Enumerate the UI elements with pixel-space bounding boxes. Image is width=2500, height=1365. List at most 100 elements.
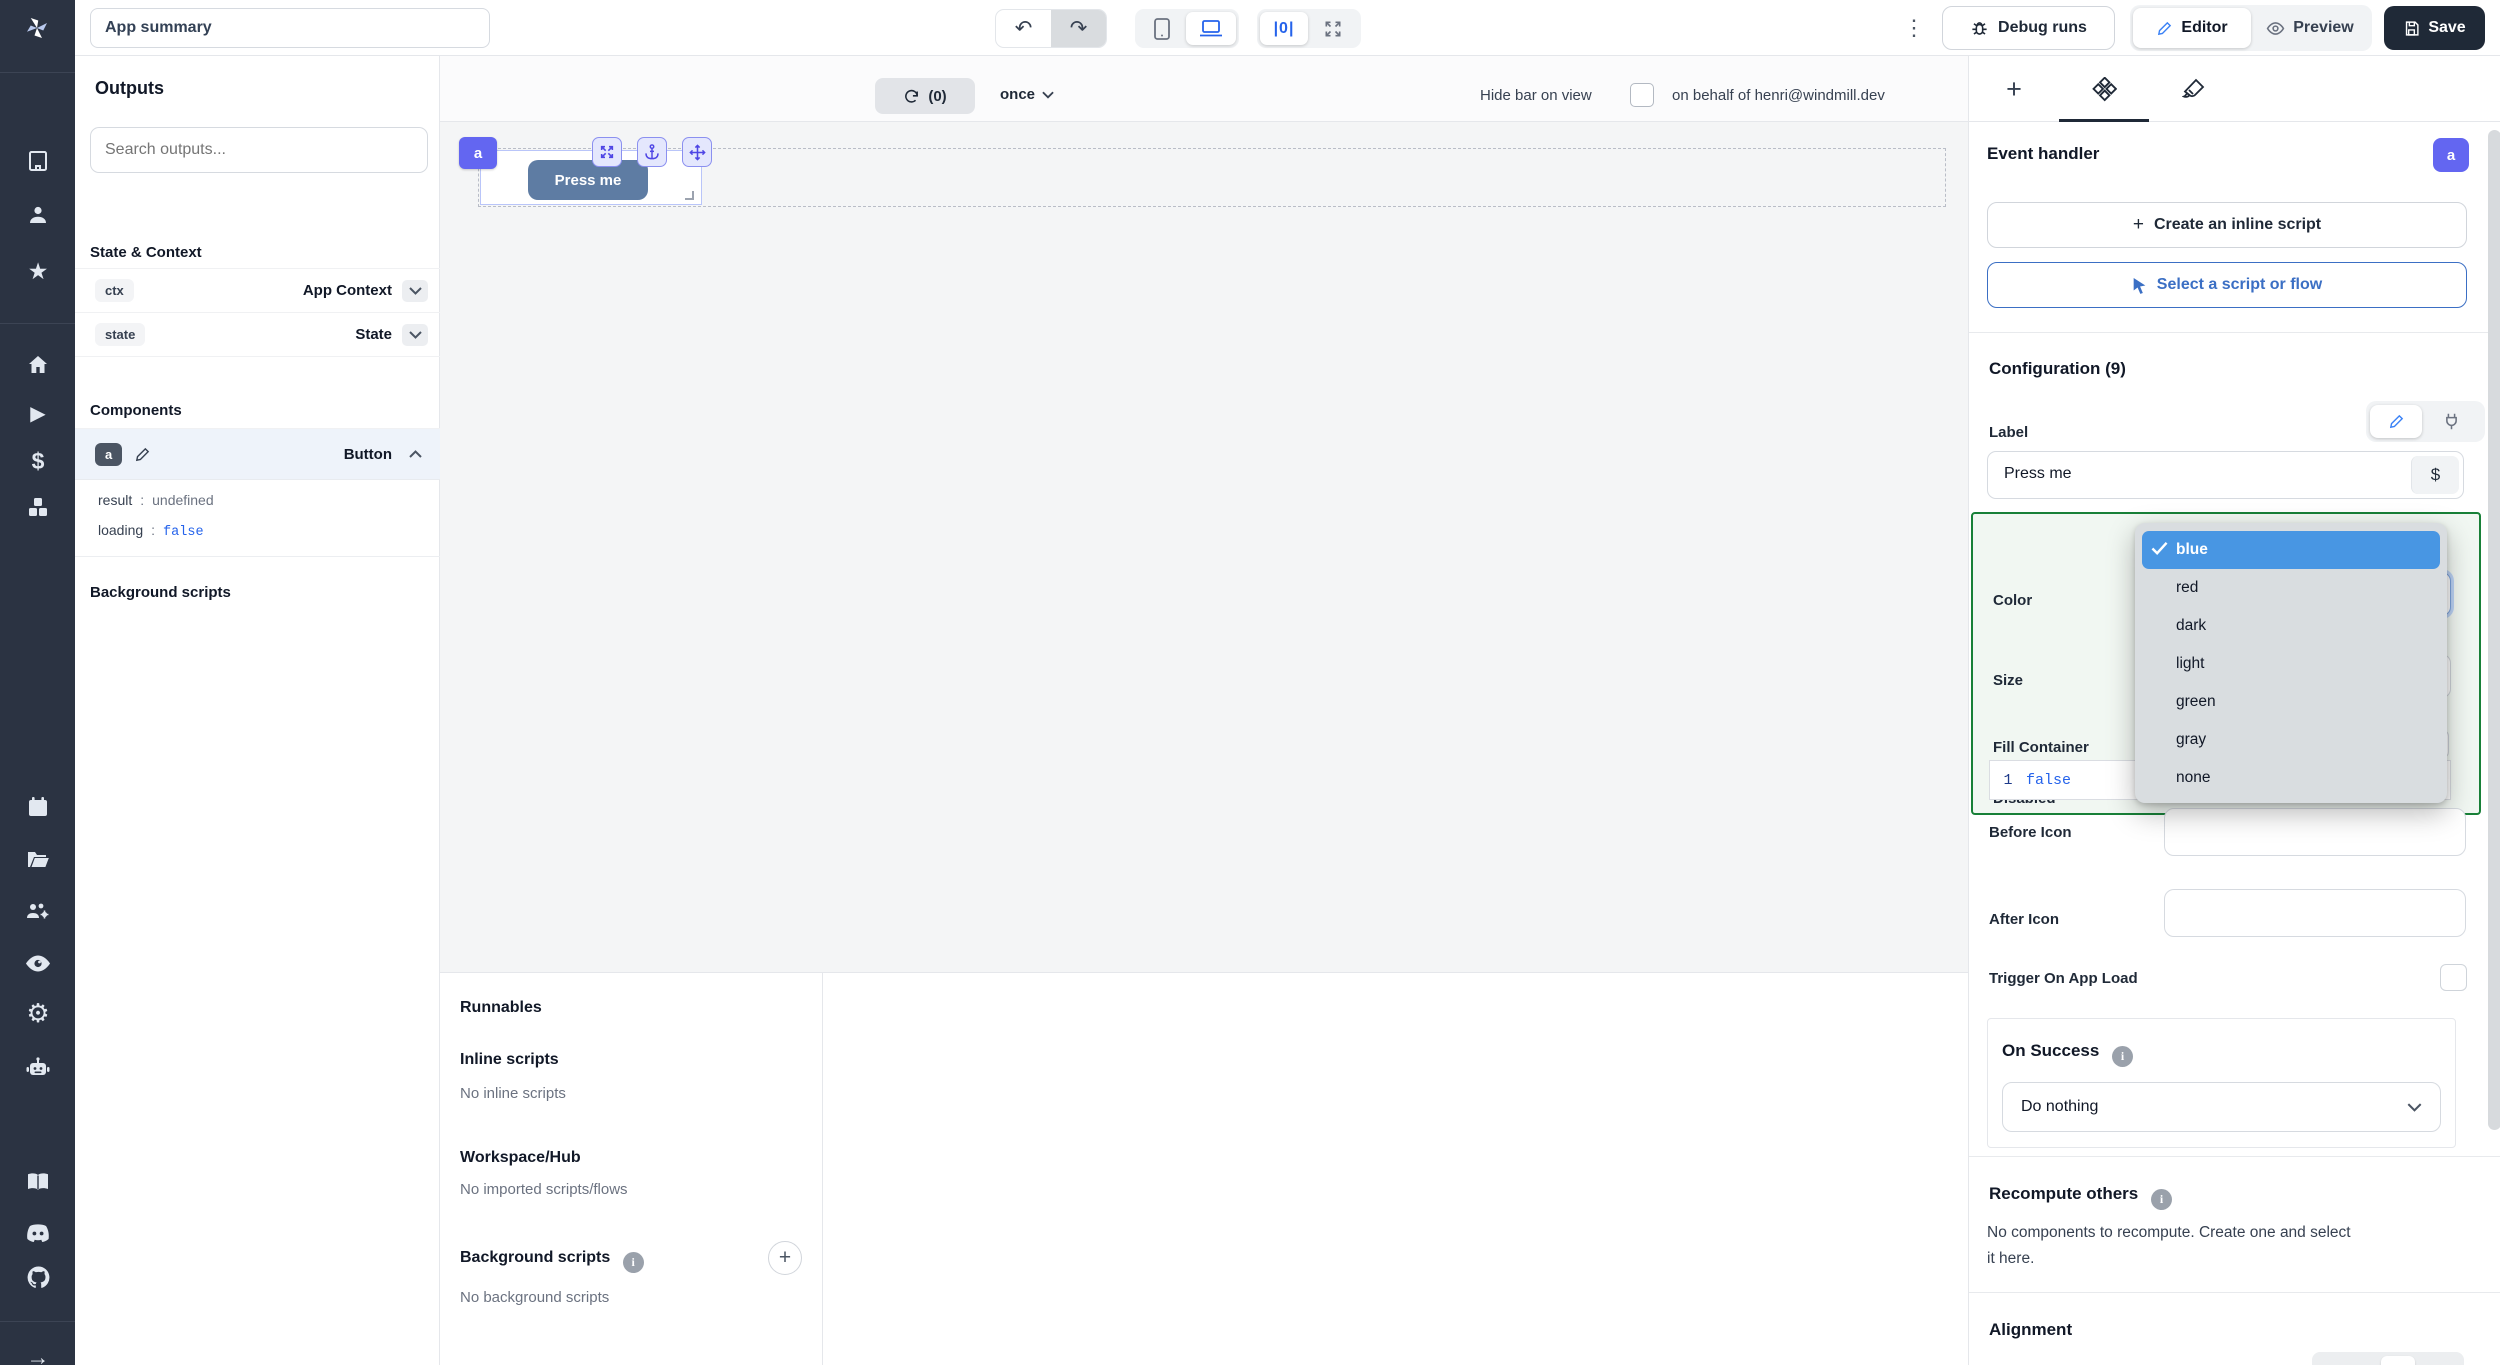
canvas-button-component[interactable]: Press me	[528, 160, 648, 200]
component-id-badge[interactable]: a	[459, 137, 497, 169]
refresh-components-button[interactable]: (0)	[875, 78, 975, 114]
color-option-dark[interactable]: dark	[2142, 607, 2440, 645]
color-option-green[interactable]: green	[2142, 683, 2440, 721]
color-option-light[interactable]: light	[2142, 645, 2440, 683]
trigger-on-app-load-checkbox[interactable]	[2440, 964, 2467, 991]
color-option-label: blue	[2176, 541, 2208, 558]
color-option-label: red	[2176, 579, 2199, 596]
sidebar-item-audit[interactable]	[25, 950, 51, 976]
gear-icon: ⚙	[26, 997, 50, 1028]
sidebar-item-home[interactable]	[25, 352, 51, 378]
mobile-view-button[interactable]	[1138, 12, 1186, 45]
sidebar-item-ai[interactable]	[25, 1054, 51, 1080]
run-mode-select[interactable]: once	[1000, 86, 1054, 103]
loading-output-row[interactable]: loading: false	[98, 522, 204, 540]
more-options-button[interactable]: ⋮	[1903, 15, 1925, 41]
move-component-button[interactable]	[682, 137, 712, 167]
info-icon[interactable]: i	[622, 1252, 644, 1273]
sidebar-item-discord[interactable]	[25, 1220, 51, 1246]
add-background-script-button[interactable]: +	[768, 1241, 802, 1275]
desktop-view-button[interactable]	[1186, 12, 1236, 45]
color-option-blue[interactable]: blue	[2142, 531, 2440, 569]
color-option-red[interactable]: red	[2142, 569, 2440, 607]
background-scripts-title: Background scripts	[90, 584, 231, 601]
color-option-label: none	[2176, 769, 2211, 786]
sidebar-expand-button[interactable]: →	[25, 1344, 51, 1365]
debug-runs-button[interactable]: Debug runs	[1942, 6, 2115, 50]
search-outputs-input[interactable]	[90, 127, 428, 173]
expand-component-button[interactable]	[592, 137, 622, 167]
inline-scripts-title: Inline scripts	[460, 1051, 559, 1068]
component-type-label: Button	[343, 445, 392, 463]
sidebar-item-groups[interactable]	[25, 898, 51, 924]
sidebar-item-schedules[interactable]	[25, 794, 51, 820]
bug-icon	[1972, 21, 1987, 35]
component-collapse-button[interactable]	[402, 443, 428, 465]
component-id-badge: a	[95, 442, 123, 466]
laptop-icon	[1200, 20, 1222, 37]
component-row-button[interactable]: a Button	[75, 428, 440, 480]
expand-icon	[1325, 21, 1341, 36]
select-script-or-flow-button[interactable]: Select a script or flow	[1987, 262, 2467, 308]
sidebar-item-favorites[interactable]: ★	[25, 258, 51, 284]
undo-button[interactable]: ↶	[996, 10, 1051, 47]
connect-mode-button[interactable]	[2422, 412, 2481, 431]
sidebar-item-workspace[interactable]	[25, 148, 51, 174]
tab-preview[interactable]: Preview	[2251, 8, 2369, 48]
sidebar-item-variables[interactable]: $	[25, 448, 51, 474]
on-success-select[interactable]: Do nothing	[2002, 1082, 2441, 1132]
color-option-none[interactable]: none	[2142, 759, 2440, 797]
color-option-label: light	[2176, 655, 2205, 672]
background-scripts-label: Background scripts	[460, 1249, 611, 1266]
save-button[interactable]: Save	[2384, 6, 2485, 50]
hide-bar-checkbox[interactable]	[1630, 83, 1654, 107]
sidebar-item-resources[interactable]	[25, 494, 51, 520]
tab-insert-component[interactable]: +	[1969, 56, 2059, 122]
right-panel-scrollbar[interactable]	[2488, 130, 2500, 1130]
tab-editor[interactable]: Editor	[2133, 8, 2251, 48]
after-icon-input[interactable]	[2164, 889, 2466, 937]
tab-styling[interactable]	[2149, 56, 2239, 122]
sidebar-item-folders[interactable]	[25, 846, 51, 872]
recompute-others-label: Recompute others	[1989, 1184, 2139, 1203]
redo-button[interactable]: ↷	[1051, 10, 1106, 47]
before-icon-input[interactable]	[2164, 808, 2466, 856]
info-icon[interactable]: i	[2112, 1046, 2134, 1067]
runnables-title: Runnables	[460, 999, 542, 1016]
anchor-component-button[interactable]	[637, 137, 667, 167]
sidebar-item-user[interactable]	[25, 202, 51, 228]
info-icon[interactable]: i	[2150, 1189, 2172, 1210]
state-expand-button[interactable]	[402, 323, 428, 346]
resize-handle[interactable]	[685, 191, 694, 200]
recompute-text-line2: it here.	[1987, 1250, 2035, 1267]
refresh-icon	[905, 89, 919, 103]
app-summary-input[interactable]	[90, 8, 490, 48]
sidebar-item-github[interactable]	[25, 1264, 51, 1290]
center-canvas-button[interactable]: |0|	[1260, 12, 1308, 45]
sidebar-item-runs[interactable]: ▶	[25, 400, 51, 426]
on-behalf-label: on behalf of henri@windmill.dev	[1672, 87, 1885, 104]
windmill-app-editor: ↶ ↷ |0| ⋮ Debug	[0, 0, 2500, 1365]
fullscreen-button[interactable]	[1308, 12, 1358, 45]
windmill-logo[interactable]	[0, 0, 75, 56]
connect-value-button[interactable]: $	[2411, 456, 2459, 494]
result-output-row[interactable]: result: undefined	[98, 492, 214, 508]
ctx-expand-button[interactable]	[402, 279, 428, 302]
alignment-toggle-partial[interactable]	[2312, 1352, 2464, 1365]
static-mode-button[interactable]	[2370, 405, 2422, 438]
discord-icon	[27, 1224, 49, 1242]
label-input[interactable]: Press me $	[1987, 451, 2464, 499]
create-inline-script-button[interactable]: + Create an inline script	[1987, 202, 2467, 248]
workspace-hub-title: Workspace/Hub	[460, 1149, 581, 1166]
output-row-ctx[interactable]: ctx App Context	[75, 268, 440, 312]
plug-icon	[2446, 413, 2457, 430]
result-separator: :	[140, 492, 145, 508]
output-row-state[interactable]: state State	[75, 312, 440, 356]
tab-component-settings[interactable]	[2059, 56, 2149, 122]
sidebar-item-settings[interactable]: ⚙	[25, 997, 51, 1028]
sidebar-item-docs[interactable]	[25, 1168, 51, 1194]
rename-pencil-icon[interactable]	[134, 446, 151, 463]
background-scripts-empty: No background scripts	[460, 1289, 610, 1306]
color-option-gray[interactable]: gray	[2142, 721, 2440, 759]
fill-container-label: Fill Container	[1993, 739, 2089, 756]
